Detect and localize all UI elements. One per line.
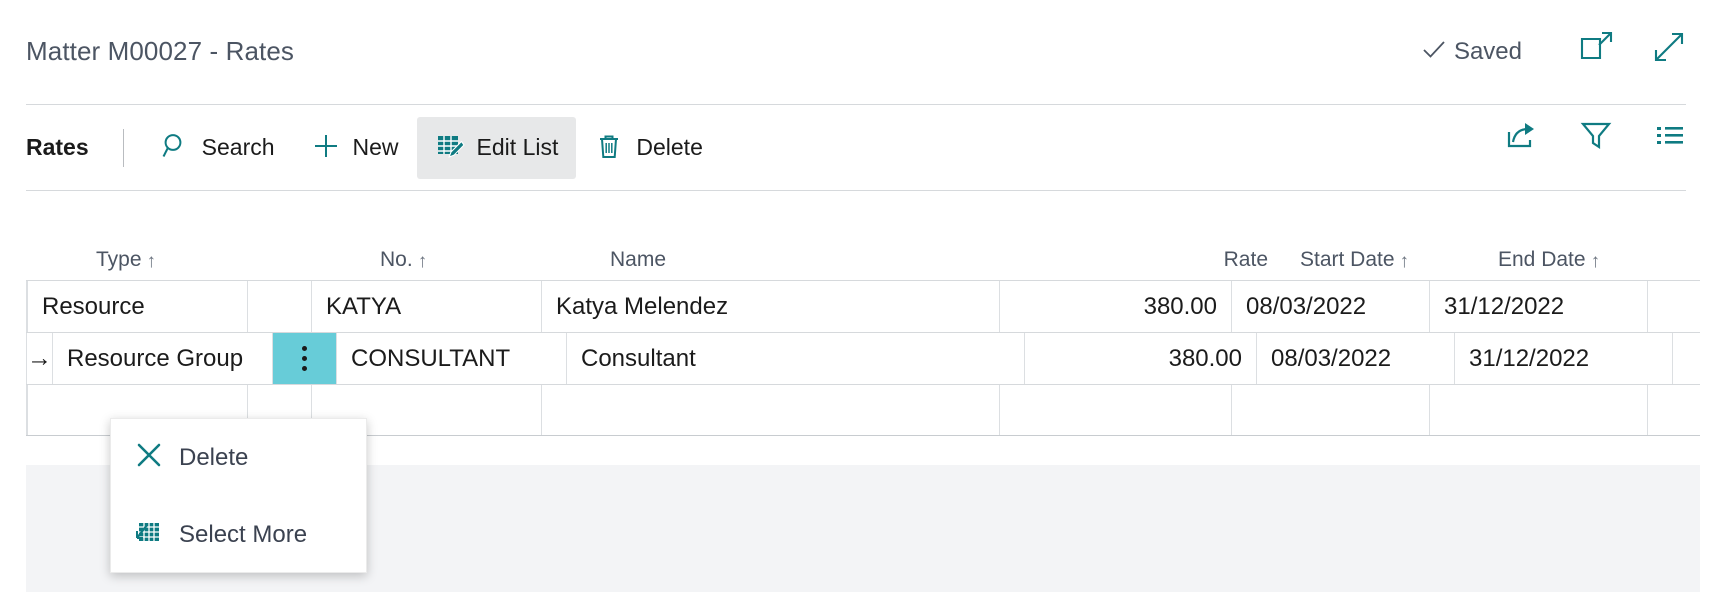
trash-icon: [594, 131, 624, 164]
new-button-label: New: [352, 134, 399, 160]
list-options-icon[interactable]: [1654, 120, 1686, 155]
cell-name[interactable]: Consultant: [567, 333, 1025, 384]
cell-rate[interactable]: 380.00: [1025, 333, 1257, 384]
save-status: Saved: [1421, 36, 1522, 67]
table-row[interactable]: Resource KATYA Katya Melendez 380.00 08/…: [26, 280, 1700, 332]
cell-end-date[interactable]: [1430, 385, 1648, 435]
cell-type[interactable]: Resource: [28, 281, 248, 332]
table-row[interactable]: → Resource Group CONSULTANT Consultant 3…: [26, 332, 1700, 384]
column-header-rate[interactable]: Rate: [1052, 248, 1284, 280]
open-in-new-window-icon[interactable]: [1580, 31, 1614, 68]
column-header-start-date-label: Start Date: [1300, 248, 1395, 271]
select-more-icon: [135, 518, 163, 551]
rates-page: Matter M00027 - Rates Saved Rates Search…: [0, 0, 1712, 592]
context-menu-item-delete[interactable]: Delete: [111, 419, 366, 496]
cell-rate[interactable]: 380.00: [1000, 281, 1232, 332]
toolbar: Rates Search New Edit List Delete: [0, 105, 1712, 190]
context-menu-item-select-more[interactable]: Select More: [111, 496, 366, 573]
column-header-name-label: Name: [610, 248, 667, 271]
rates-table: Type ↑ No. ↑ Name Rate Start Date ↑ End …: [26, 228, 1700, 436]
window-titlebar: Matter M00027 - Rates Saved: [0, 0, 1712, 104]
column-header-menu: [300, 272, 364, 280]
filter-funnel-icon[interactable]: [1580, 120, 1612, 155]
edit-list-button[interactable]: Edit List: [416, 116, 577, 179]
vertical-ellipsis-icon: [302, 346, 307, 371]
cell-no[interactable]: KATYA: [312, 281, 542, 332]
search-icon: [160, 131, 190, 164]
row-menu-cell[interactable]: [248, 281, 312, 332]
column-header-end-date-label: End Date: [1498, 248, 1586, 271]
column-header-no[interactable]: No. ↑: [364, 248, 594, 280]
cell-type[interactable]: Resource Group: [53, 333, 273, 384]
current-row-arrow-icon: →: [27, 344, 52, 372]
toolbar-separator-bottom: [26, 190, 1686, 191]
cell-name[interactable]: Katya Melendez: [542, 281, 1000, 332]
table-header-row: Type ↑ No. ↑ Name Rate Start Date ↑ End …: [26, 228, 1700, 280]
search-button-label: Search: [201, 134, 275, 160]
cell-end-date[interactable]: 31/12/2022: [1455, 333, 1673, 384]
cell-start-date[interactable]: 08/03/2022: [1257, 333, 1455, 384]
window-controls: [1580, 30, 1686, 69]
new-button[interactable]: New: [293, 117, 417, 179]
x-delete-icon: [135, 441, 163, 474]
column-header-name[interactable]: Name: [594, 248, 1052, 280]
row-menu-button[interactable]: [273, 333, 337, 384]
edit-list-button-label: Edit List: [476, 134, 559, 160]
toolbar-section-title: Rates: [26, 134, 89, 160]
search-button[interactable]: Search: [142, 117, 293, 179]
column-header-start-date[interactable]: Start Date ↑: [1284, 248, 1482, 280]
delete-button[interactable]: Delete: [576, 117, 720, 179]
share-icon[interactable]: [1506, 120, 1538, 155]
column-header-indicator: [26, 272, 80, 280]
context-menu-item-delete-label: Delete: [179, 443, 249, 471]
sort-ascending-icon: ↑: [417, 251, 428, 272]
cell-end-date[interactable]: 31/12/2022: [1430, 281, 1648, 332]
page-title: Matter M00027 - Rates: [26, 36, 294, 66]
toolbar-divider: [122, 128, 124, 167]
cell-rate[interactable]: [1000, 385, 1232, 435]
context-menu-item-select-more-label: Select More: [179, 520, 308, 548]
delete-button-label: Delete: [636, 134, 703, 160]
column-header-end-date[interactable]: End Date ↑: [1482, 248, 1700, 280]
column-header-no-label: No.: [380, 248, 413, 271]
column-header-type-label: Type: [96, 248, 142, 271]
sort-ascending-icon: ↑: [1590, 251, 1601, 272]
cell-start-date[interactable]: [1232, 385, 1430, 435]
expand-fullscreen-icon[interactable]: [1652, 30, 1686, 69]
row-indicator: →: [26, 333, 53, 384]
save-status-label: Saved: [1453, 37, 1522, 65]
plus-icon: [311, 131, 341, 164]
sort-ascending-icon: ↑: [1399, 251, 1410, 272]
checkmark-icon: [1421, 36, 1447, 67]
toolbar-right-icons: [1506, 120, 1686, 155]
cell-no[interactable]: CONSULTANT: [337, 333, 567, 384]
edit-list-icon: [435, 131, 465, 164]
column-header-rate-label: Rate: [1223, 248, 1268, 271]
cell-name[interactable]: [542, 385, 1000, 435]
cell-start-date[interactable]: 08/03/2022: [1232, 281, 1430, 332]
column-header-type[interactable]: Type ↑: [80, 248, 300, 280]
row-context-menu: Delete Select More: [110, 418, 367, 573]
sort-ascending-icon: ↑: [146, 251, 157, 272]
